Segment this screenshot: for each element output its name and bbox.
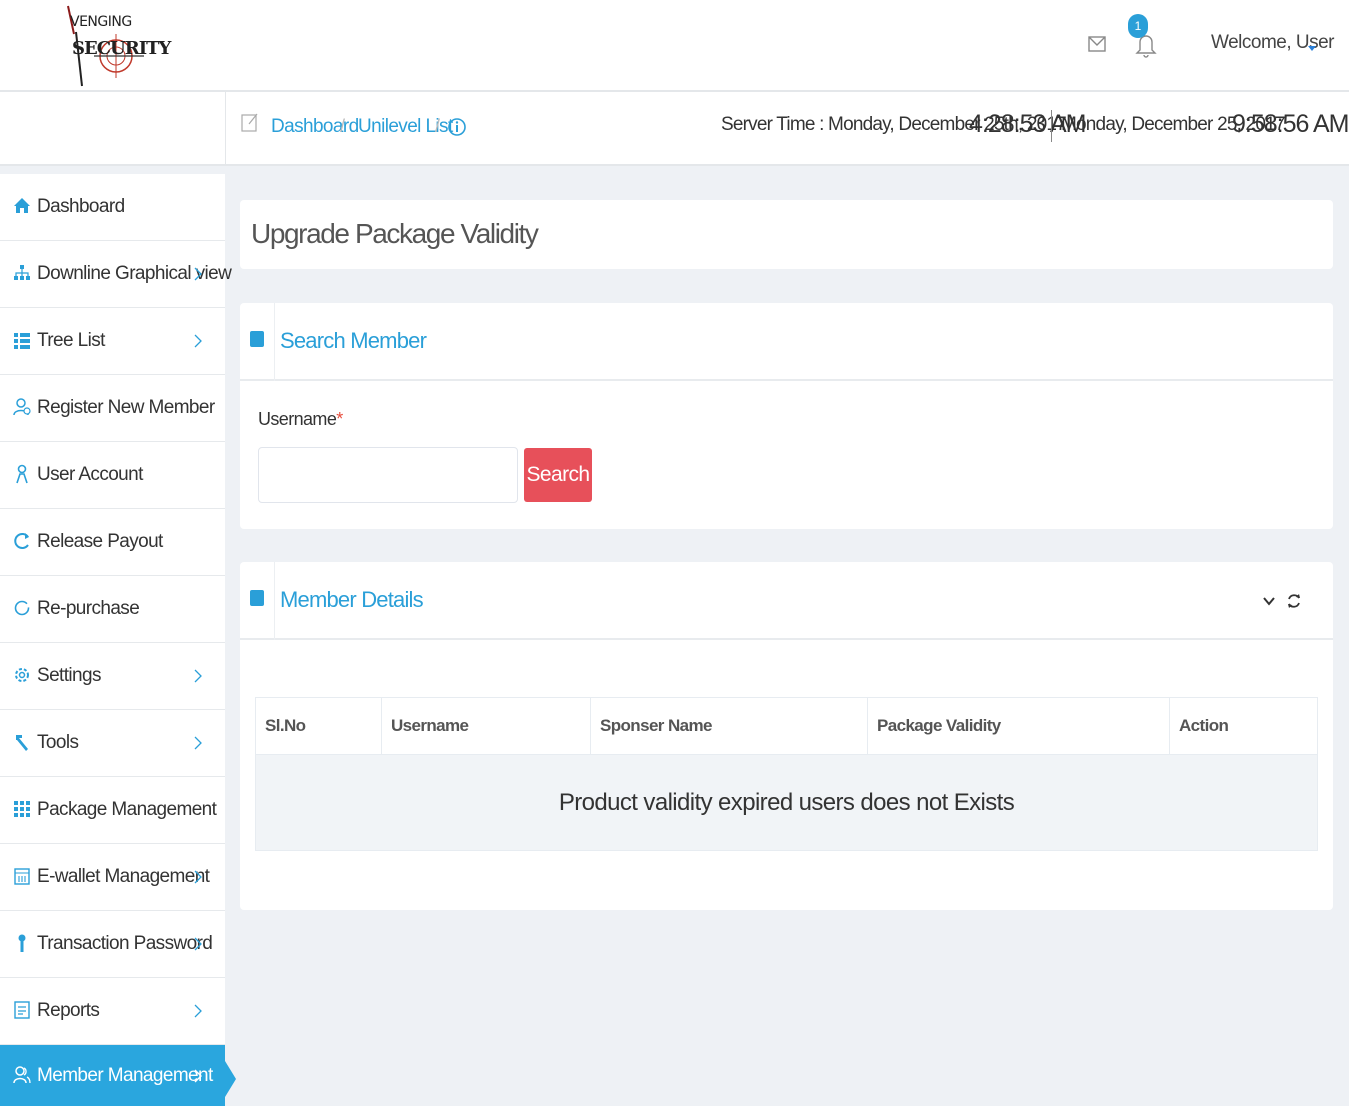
sidebar: Dashboard Downline Graphical view Tree L… <box>0 174 232 1106</box>
external-link-icon <box>250 331 264 347</box>
gear-icon <box>15 668 29 682</box>
column-header-sponser-name[interactable]: Sponser Name <box>590 697 868 755</box>
home-icon <box>14 198 30 213</box>
member-details-panel: Member Details Sl.No Username Sponser Na… <box>240 562 1333 910</box>
user-add-icon <box>13 398 31 416</box>
sidebar-item-e-wallet-management[interactable]: E-wallet Management <box>0 844 225 911</box>
chevron-right-icon <box>194 937 202 951</box>
sidebar-item-package-management[interactable]: Package Management <box>0 777 225 844</box>
chevron-right-icon <box>194 1004 202 1018</box>
panel-header: Member Details <box>240 562 1333 640</box>
username-input[interactable] <box>258 447 518 503</box>
sidebar-item-label: Settings <box>37 665 101 686</box>
sidebar-item-label: Reports <box>37 1000 100 1021</box>
local-clock: 9:58:56 AM <box>1232 110 1349 138</box>
column-header-action[interactable]: Action <box>1169 697 1318 755</box>
chevron-right-icon <box>194 334 202 348</box>
circle-icon <box>14 600 30 616</box>
column-header-username[interactable]: Username <box>381 697 591 755</box>
breadcrumb-bar: Dashboard / Unilevel List / Server Time … <box>226 92 1349 166</box>
sidebar-item-label: Dashboard <box>37 196 125 217</box>
breadcrumb-separator: / <box>340 116 346 136</box>
sidebar-item-tree-list[interactable]: Tree List <box>0 308 225 375</box>
external-link-icon <box>250 590 264 606</box>
sidebar-item-reports[interactable]: Reports <box>0 978 225 1045</box>
sidebar-item-label: E-wallet Management <box>37 866 210 887</box>
wrench-icon <box>16 735 28 751</box>
sidebar-item-re-purchase[interactable]: Re-purchase <box>0 576 225 643</box>
required-mark: * <box>336 409 343 429</box>
top-header: VENGING SECURITY 1 Welcome, User <box>0 0 1349 92</box>
info-icon[interactable] <box>448 116 466 138</box>
username-label-text: Username <box>258 409 337 429</box>
time-divider <box>1051 110 1052 142</box>
active-indicator <box>225 1061 236 1097</box>
column-header-slno[interactable]: Sl.No <box>255 697 382 755</box>
logo-text-bottom: SECURITY <box>72 38 171 59</box>
sidebar-item-release-payout[interactable]: Release Payout <box>0 509 225 576</box>
collapse-icon[interactable] <box>1262 594 1276 608</box>
panel-title: Search Member <box>280 328 427 353</box>
sidebar-item-label: Tools <box>37 732 79 753</box>
notification-badge: 1 <box>1128 14 1148 38</box>
report-icon <box>14 1001 30 1019</box>
panel-header: Search Member <box>240 303 1333 381</box>
header-divider <box>274 562 275 640</box>
search-member-panel: Search Member Username* Search <box>240 303 1333 529</box>
empty-table-message: Product validity expired users does not … <box>255 754 1318 851</box>
chevron-right-icon <box>194 669 202 683</box>
caret-down-icon[interactable] <box>1308 46 1316 51</box>
username-label: Username* <box>258 409 343 430</box>
mail-icon[interactable] <box>1087 34 1107 54</box>
sidebar-item-transaction-password[interactable]: Transaction Password <box>0 911 225 978</box>
page-title-panel: Upgrade Package Validity <box>240 200 1333 269</box>
search-button[interactable]: Search <box>524 448 592 502</box>
member-details-table: Sl.No Username Sponser Name Package Vali… <box>255 697 1318 851</box>
header-divider <box>274 303 275 381</box>
sidebar-item-label: Member Management <box>37 1065 213 1086</box>
panel-title: Member Details <box>280 587 424 612</box>
page-title: Upgrade Package Validity <box>251 218 539 249</box>
column-header-package-validity[interactable]: Package Validity <box>867 697 1170 755</box>
user-icon <box>16 464 28 484</box>
table-header-row: Sl.No Username Sponser Name Package Vali… <box>255 697 1318 755</box>
chevron-right-icon <box>194 1069 202 1083</box>
sidebar-item-label: Release Payout <box>37 531 163 552</box>
breadcrumb-separator: / <box>435 116 441 136</box>
reload-icon[interactable] <box>1286 592 1302 610</box>
table-row: Product validity expired users does not … <box>255 754 1318 851</box>
sidebar-item-tools[interactable]: Tools <box>0 710 225 777</box>
chevron-right-icon <box>194 736 202 750</box>
chevron-right-icon <box>194 267 202 281</box>
sidebar-item-label: Re-purchase <box>37 598 140 619</box>
sidebar-item-settings[interactable]: Settings <box>0 643 225 710</box>
logo[interactable]: VENGING SECURITY <box>64 4 171 88</box>
grid-icon <box>14 801 30 817</box>
sidebar-item-label: User Account <box>37 464 143 485</box>
sidebar-item-register-new-member[interactable]: Register New Member <box>0 375 225 442</box>
sidebar-header <box>0 92 226 166</box>
sidebar-item-label: Transaction Password <box>37 933 213 954</box>
sitemap-icon <box>14 265 30 280</box>
key-icon <box>18 934 26 952</box>
list-icon <box>14 333 30 349</box>
breadcrumb-dashboard[interactable]: Dashboard <box>271 116 359 138</box>
sidebar-item-member-management[interactable]: Member Management <box>0 1045 225 1106</box>
refresh-icon <box>14 533 29 549</box>
edit-icon <box>241 113 258 132</box>
sidebar-item-user-account[interactable]: User Account <box>0 442 225 509</box>
calendar-icon <box>14 868 30 885</box>
sidebar-item-label: Tree List <box>37 330 105 351</box>
logo-text-top: VENGING <box>70 14 132 30</box>
sidebar-item-downline-graphical-view[interactable]: Downline Graphical view <box>0 241 232 308</box>
users-icon <box>13 1066 31 1084</box>
sidebar-item-dashboard[interactable]: Dashboard <box>0 174 225 241</box>
sidebar-item-label: Register New Member <box>37 397 215 418</box>
sidebar-item-label: Package Management <box>37 799 217 820</box>
chevron-right-icon <box>194 870 202 884</box>
